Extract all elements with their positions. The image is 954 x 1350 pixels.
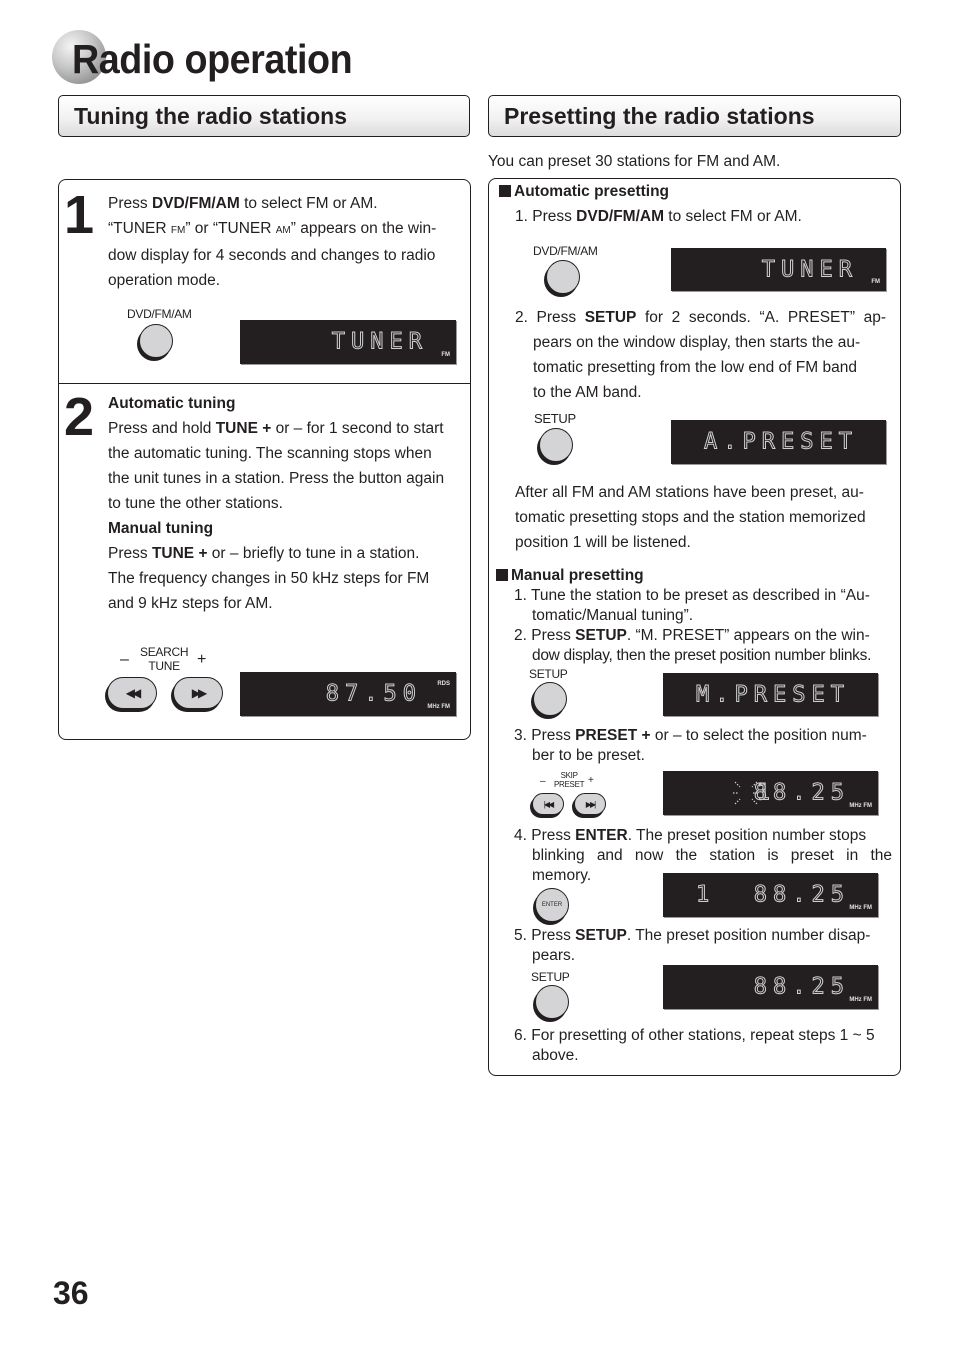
setup-button[interactable] [539,428,573,462]
step-number: 1 [64,185,95,245]
band-indicator: MHz FM [427,704,450,710]
tune-minus-button[interactable]: ◀◀ [107,677,157,709]
window-display: 88.25 MHz FM [663,965,878,1009]
square-bullet-icon [499,185,511,197]
enter-button[interactable]: ENTER [535,888,569,922]
dvd-fm-am-button[interactable] [139,324,173,358]
page-title: Radio operation [72,36,353,82]
enter-label: ENTER [541,902,563,908]
display-text: TUNER [331,329,428,355]
section-header-tuning: Tuning the radio stations [58,95,470,137]
intro-text: You can preset 30 stations for FM and AM… [488,153,781,170]
display-text: A.PRESET [704,429,858,455]
auto-after-text: After all FM and AM stations have been p… [515,484,866,551]
manual-step1: 1. Tune the station to be preset as desc… [514,587,870,624]
window-display: 1 88.25 MHz FM [663,771,878,815]
auto-presetting-heading: Automatic presetting [499,182,669,202]
dvd-fm-am-button[interactable] [546,260,580,294]
frequency-text: 88.25 [753,780,850,806]
tune-plus-button[interactable]: ▶▶ [173,677,223,709]
step-number: 2 [64,387,95,447]
auto-step1: 1. Press DVD/FM/AM to select FM or AM. [515,208,802,225]
frequency-text: 87.50 [325,681,422,707]
divider [59,383,470,384]
rewind-icon: ◀◀ [125,686,142,700]
preset-plus-button[interactable]: ▶▶| [574,793,606,815]
band-indicator: MHz FM [849,905,872,911]
button-label: SETUP [534,411,576,426]
section-title: Tuning the radio stations [74,103,348,129]
display-text: 1 88.25 [696,882,850,908]
button-label: DVD/FM/AM [533,244,598,258]
skip-preset-label: SKIP PRESET [554,771,585,789]
window-display: 1 88.25 MHz FM [663,873,878,917]
window-display: TUNER FM [240,320,456,364]
band-indicator: FM [441,352,450,358]
window-display: A.PRESET [671,420,886,464]
plus-sign: + [588,775,594,786]
auto-step2: 2. Press SETUP for 2 seconds. “A. PRESET… [515,309,886,401]
manual-step5: 5. Press SETUP. The preset position numb… [514,927,871,964]
skip-previous-icon: |◀◀ [543,799,554,809]
band-indicator: FM [871,279,880,285]
manual-presetting-heading: Manual presetting [496,566,644,586]
button-label: SETUP [531,970,570,984]
step1-text: Press DVD/FM/AM to select FM or AM. “TUN… [108,195,437,289]
page-number: 36 [53,1275,89,1311]
step2-text: Automatic tuning Press and hold TUNE + o… [108,395,445,612]
setup-button[interactable] [535,985,569,1019]
square-bullet-icon [496,569,508,581]
manual-step6: 6. For presetting of other stations, rep… [514,1027,875,1064]
setup-button[interactable] [533,682,567,716]
manual-step3: 3. Press PRESET + or – to select the pos… [514,727,867,764]
display-text: TUNER [761,257,858,283]
manual-step2: 2. Press SETUP. “M. PRESET” appears on t… [514,627,872,664]
minus-sign: – [540,776,546,787]
section-title: Presetting the radio stations [504,103,815,129]
button-label: SETUP [529,667,568,681]
minus-sign: – [120,651,129,668]
window-display: TUNER FM [671,248,886,291]
rds-indicator: RDS [437,681,450,687]
search-tune-label: SEARCH TUNE [140,645,189,673]
fast-forward-icon: ▶▶ [191,686,208,700]
display-text: M.PRESET [696,682,850,708]
button-label: DVD/FM/AM [127,307,192,321]
preset-minus-button[interactable]: |◀◀ [532,793,564,815]
band-indicator: MHz FM [849,997,872,1003]
frequency-text: 88.25 [753,974,850,1000]
window-display: M.PRESET [663,673,878,716]
plus-sign: + [197,651,207,668]
section-header-presetting: Presetting the radio stations [488,95,901,137]
skip-next-icon: ▶▶| [585,799,596,809]
band-indicator: MHz FM [849,803,872,809]
window-display: 87.50 RDS MHz FM [240,672,456,716]
